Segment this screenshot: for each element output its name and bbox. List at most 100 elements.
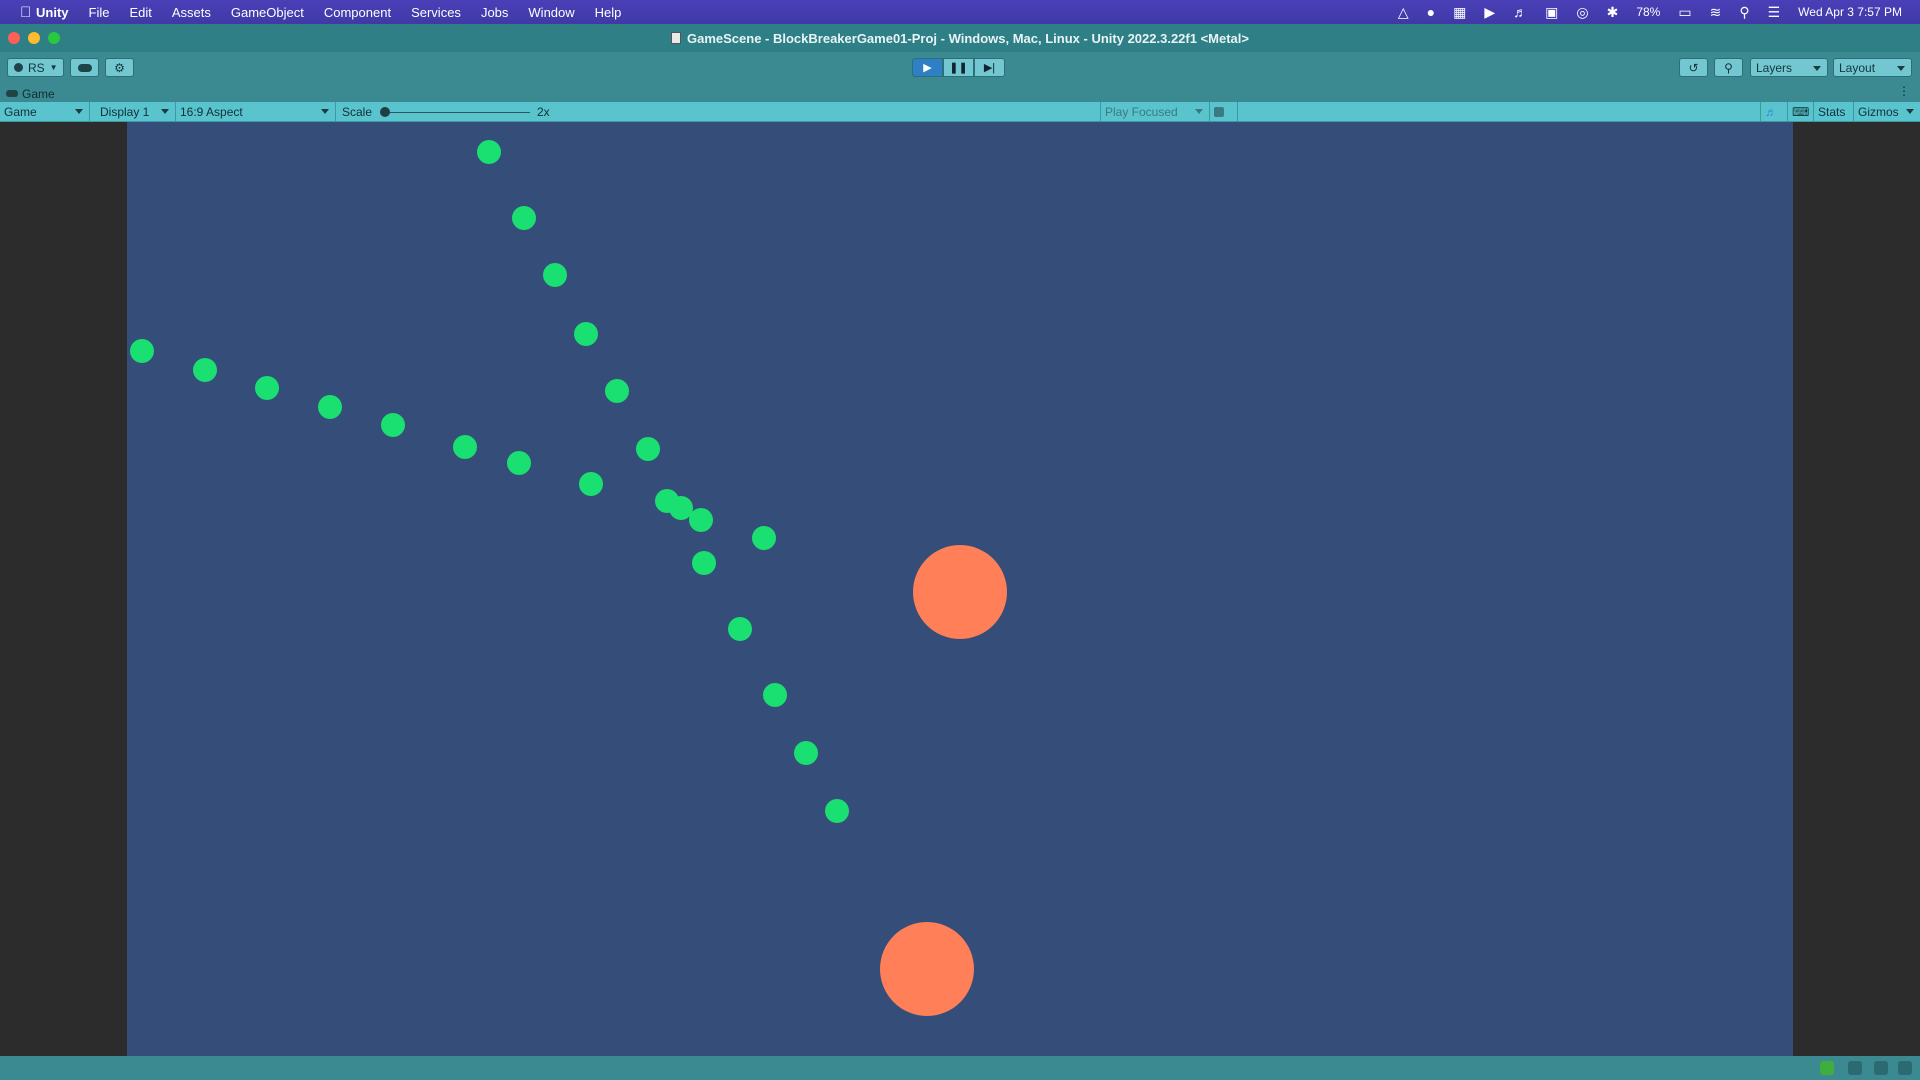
chevron-down-icon: [161, 109, 169, 114]
keyboard-icon: ⌨: [1792, 105, 1810, 119]
gear-icon: ⚙: [114, 60, 125, 75]
display-select[interactable]: Display 1: [96, 102, 176, 122]
mute-audio-toggle[interactable]: ♬: [1760, 102, 1788, 122]
unity-toolbar: RS ▼ ⚙ ▶ ❚❚ ▶| ↺ ⚲ Layers Layout: [0, 52, 1920, 84]
green-ball: [574, 322, 598, 346]
green-ball: [728, 617, 752, 641]
green-ball: [752, 526, 776, 550]
account-dropdown[interactable]: RS ▼: [7, 58, 64, 77]
game-viewport[interactable]: [127, 122, 1793, 1056]
pause-icon: ❚❚: [949, 62, 968, 74]
play-icon: ▶: [923, 62, 932, 74]
step-button[interactable]: ▶|: [974, 58, 1005, 77]
menu-app-name[interactable]: Unity: [26, 5, 79, 20]
orange-ball: [913, 545, 1007, 639]
menu-component[interactable]: Component: [314, 5, 401, 20]
play-mode-select[interactable]: Play Focused: [1100, 102, 1210, 122]
view-type-value: Game: [4, 105, 37, 119]
progress-spinner-icon[interactable]: [1898, 1061, 1912, 1075]
green-ball: [669, 496, 693, 520]
minimize-window-button[interactable]: [28, 32, 40, 44]
scale-slider-handle[interactable]: [380, 107, 390, 117]
pause-button[interactable]: ❚❚: [943, 58, 974, 77]
letterbox-right: [1793, 122, 1920, 1056]
scale-value: 2x: [537, 105, 550, 119]
airdrop-icon[interactable]: ◎: [1576, 4, 1588, 21]
game-view-toolbar: Game Display 1 16:9 Aspect Scale 2x Play…: [0, 102, 1920, 122]
green-ball: [512, 206, 536, 230]
cache-server-icon[interactable]: [1848, 1061, 1862, 1075]
keyboard-toggle[interactable]: ⌨: [1788, 102, 1814, 122]
window-title-text: GameScene - BlockBreakerGame01-Proj - Wi…: [687, 30, 1249, 46]
green-ball: [763, 683, 787, 707]
collab-settings-button[interactable]: ⚙: [105, 58, 134, 77]
apple-menu-icon[interactable]: : [0, 4, 31, 21]
scale-slider-track[interactable]: [386, 112, 530, 113]
green-ball: [477, 140, 501, 164]
wifi-icon[interactable]: ≋: [1710, 4, 1722, 21]
spotlight-search-icon[interactable]: ⚲: [1739, 4, 1749, 21]
more-options-icon[interactable]: ⋮: [1898, 84, 1910, 98]
bluetooth-icon[interactable]: ✱: [1607, 4, 1619, 21]
green-ball: [543, 263, 567, 287]
history-icon: ↺: [1688, 60, 1699, 75]
chevron-down-icon: [1813, 66, 1821, 71]
chevron-down-icon: [1195, 109, 1203, 114]
green-ball: [130, 339, 154, 363]
tab-game-label: Game: [22, 86, 55, 101]
menu-file[interactable]: File: [79, 5, 120, 20]
green-ball: [692, 551, 716, 575]
volume-icon[interactable]: ♬: [1513, 4, 1527, 20]
media-play-icon[interactable]: ▶: [1484, 4, 1495, 21]
search-button[interactable]: ⚲: [1714, 58, 1743, 77]
menu-jobs[interactable]: Jobs: [471, 5, 518, 20]
build-status-icon[interactable]: [1820, 1061, 1834, 1075]
editor-tab-bar: Game ⋮: [0, 84, 1920, 102]
display-icon[interactable]: ▣: [1545, 4, 1558, 21]
layout-dropdown[interactable]: Layout: [1833, 58, 1912, 77]
view-type-select[interactable]: Game: [0, 102, 90, 122]
close-window-button[interactable]: [8, 32, 20, 44]
status-bar: [0, 1056, 1920, 1080]
undo-history-button[interactable]: ↺: [1679, 58, 1708, 77]
display-value: Display 1: [100, 105, 150, 119]
layers-dropdown[interactable]: Layers: [1750, 58, 1828, 77]
window-manager-icon[interactable]: ▦: [1453, 4, 1466, 21]
debug-mode-icon[interactable]: [1874, 1061, 1888, 1075]
menu-edit[interactable]: Edit: [119, 5, 161, 20]
gizmos-label: Gizmos: [1858, 105, 1899, 119]
chevron-down-icon: [1897, 66, 1905, 71]
menu-clock[interactable]: Wed Apr 3 7:57 PM: [1798, 5, 1902, 19]
scale-label: Scale: [342, 105, 373, 119]
green-ball: [318, 395, 342, 419]
chevron-down-icon: [75, 109, 83, 114]
maximize-icon: [1214, 107, 1224, 117]
maximize-toggle[interactable]: [1210, 102, 1238, 122]
stats-button[interactable]: Stats: [1814, 102, 1854, 122]
menu-services[interactable]: Services: [401, 5, 471, 20]
zoom-window-button[interactable]: [48, 32, 60, 44]
speaker-icon: ♬: [1765, 105, 1777, 119]
gizmos-dropdown[interactable]: Gizmos: [1854, 102, 1920, 122]
cloud-icon: [77, 63, 92, 72]
menu-help[interactable]: Help: [585, 5, 632, 20]
green-ball: [689, 508, 713, 532]
play-button[interactable]: ▶: [912, 58, 943, 77]
account-label: RS: [28, 60, 45, 75]
window-title-bar: GameScene - BlockBreakerGame01-Proj - Wi…: [0, 24, 1920, 52]
menu-gameobject[interactable]: GameObject: [221, 5, 314, 20]
battery-percent[interactable]: 78%: [1636, 5, 1660, 19]
tab-game[interactable]: Game: [6, 85, 55, 102]
layout-label: Layout: [1839, 60, 1876, 75]
battery-icon[interactable]: ▭: [1678, 4, 1691, 21]
control-center-icon[interactable]: ☰: [1768, 4, 1781, 21]
cloud-button[interactable]: [70, 58, 99, 77]
playmode-controls: ▶ ❚❚ ▶|: [912, 58, 1005, 77]
green-ball: [579, 472, 603, 496]
menu-assets[interactable]: Assets: [162, 5, 221, 20]
green-ball: [453, 435, 477, 459]
aspect-select[interactable]: 16:9 Aspect: [176, 102, 336, 122]
menu-window[interactable]: Window: [518, 5, 584, 20]
evernote-icon[interactable]: ●: [1427, 4, 1435, 20]
unity-status-icon[interactable]: △: [1398, 4, 1409, 21]
